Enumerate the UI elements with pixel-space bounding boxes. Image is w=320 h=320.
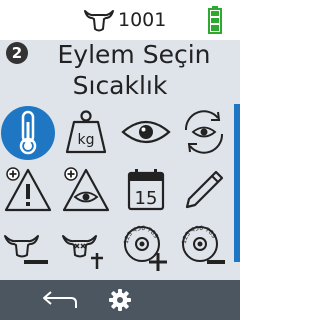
eye-refresh-icon <box>184 110 224 154</box>
action-observe[interactable] <box>118 104 174 160</box>
svg-text:kg: kg <box>78 132 95 148</box>
back-button[interactable] <box>30 280 90 320</box>
animal-count: 1001 <box>118 9 167 31</box>
settings-button[interactable] <box>90 280 150 320</box>
action-schedule[interactable]: 15 <box>118 162 174 218</box>
calendar-day-number: 15 <box>135 188 158 209</box>
calendar-15-icon: 15 <box>127 169 165 211</box>
cow-dead-icon <box>62 235 103 269</box>
action-thermometer[interactable] <box>0 104 56 160</box>
back-arrow-icon <box>43 291 77 308</box>
alert-plus-icon <box>4 167 52 212</box>
action-edit[interactable] <box>176 162 232 218</box>
scrollbar[interactable] <box>234 104 240 262</box>
action-add-tag[interactable]: 123 456 789 <box>118 220 174 276</box>
action-remove-tag[interactable]: 123 456 789 <box>176 220 232 276</box>
cow-head-icon <box>84 10 114 32</box>
page-title: Eylem Seçin <box>57 40 211 69</box>
action-add-alert[interactable] <box>0 162 56 218</box>
alert-eye-plus-icon <box>62 167 110 212</box>
action-weigh[interactable]: kg <box>58 104 114 160</box>
bottom-nav-bar <box>0 280 240 320</box>
pencil-icon <box>185 170 224 209</box>
screen-header: 2 Eylem Seçin Sıcaklık <box>0 40 240 104</box>
action-re-observe[interactable] <box>176 104 232 160</box>
cow-minus-icon <box>4 235 48 264</box>
action-remove-animal[interactable] <box>0 220 56 276</box>
gear-icon <box>109 289 131 311</box>
eye-icon <box>121 120 171 144</box>
battery-full-icon <box>208 6 222 34</box>
thermometer-icon <box>19 110 37 155</box>
action-mark-dead[interactable] <box>58 220 114 276</box>
selected-action-label: Sıcaklık <box>72 71 168 100</box>
action-add-observation-alert[interactable] <box>58 162 114 218</box>
step-number-badge: 2 <box>6 42 28 64</box>
eartag-remove-icon: 123 456 789 <box>181 225 225 264</box>
status-bar: 1001 <box>0 0 240 40</box>
eartag-add-icon: 123 456 789 <box>123 225 167 271</box>
weight-kg-icon: kg <box>65 110 107 154</box>
